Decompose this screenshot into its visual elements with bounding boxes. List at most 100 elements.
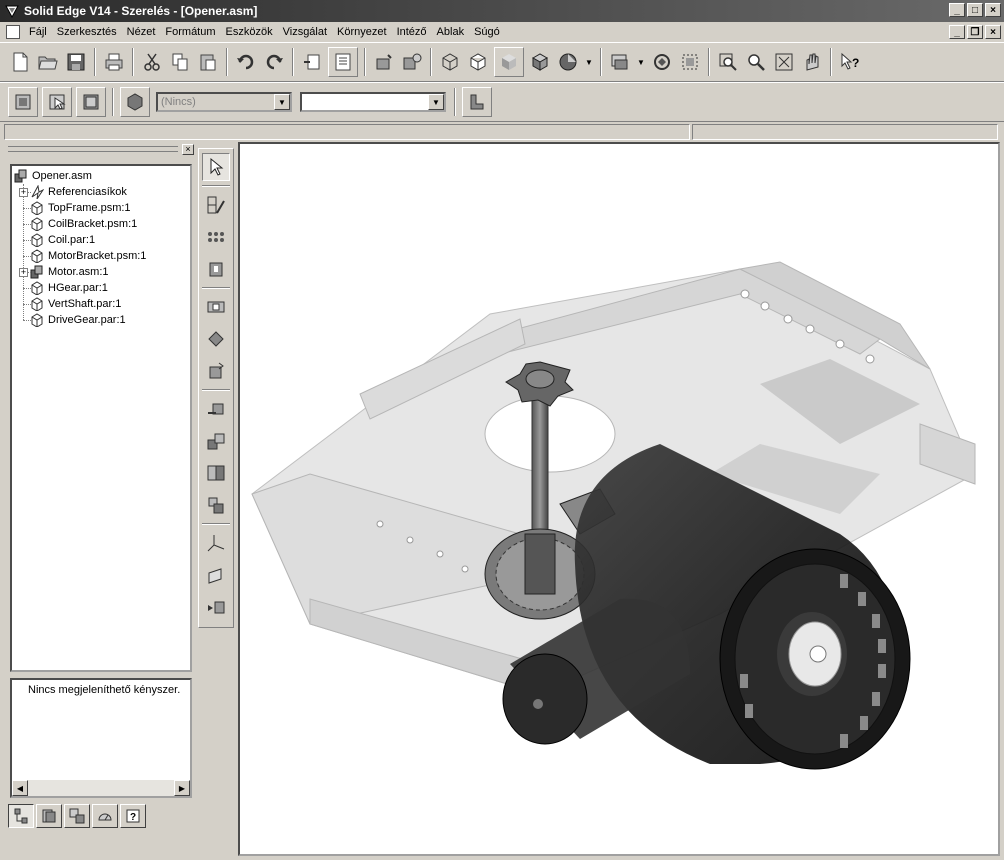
- second-combo[interactable]: ▼: [300, 92, 446, 112]
- reference-planes-icon: [30, 185, 48, 199]
- view-hidden-lines-button[interactable]: [466, 50, 490, 74]
- panel-close-button[interactable]: ×: [182, 143, 194, 155]
- rotate-button[interactable]: [650, 50, 674, 74]
- part-view-button[interactable]: [202, 593, 230, 621]
- print-button[interactable]: [102, 50, 126, 74]
- move-part-button[interactable]: [202, 395, 230, 423]
- cut-button[interactable]: [140, 50, 164, 74]
- revolve-button[interactable]: [202, 357, 230, 385]
- part-icon: [30, 281, 48, 295]
- select-all-button[interactable]: [76, 87, 106, 117]
- view-shaded-button[interactable]: [494, 47, 524, 77]
- fit-selection-button[interactable]: [678, 50, 702, 74]
- cutout-button[interactable]: [202, 293, 230, 321]
- menu-tools[interactable]: Eszközök: [221, 23, 278, 41]
- assembly-3d-model[interactable]: [240, 144, 998, 854]
- reference-plane-button[interactable]: [202, 561, 230, 589]
- align-button[interactable]: [202, 459, 230, 487]
- expand-toggle-icon[interactable]: +: [19, 268, 28, 277]
- tree-item[interactable]: + Referenciasíkok: [12, 184, 190, 200]
- view-shaded-edges-button[interactable]: [528, 50, 552, 74]
- pathfinder-toggle-button[interactable]: [328, 47, 358, 77]
- menu-view[interactable]: Nézet: [122, 23, 161, 41]
- mate-button[interactable]: [202, 427, 230, 455]
- tree-item-label: DriveGear.par:1: [48, 314, 126, 326]
- tree-item[interactable]: Opener.asm: [12, 168, 190, 184]
- separator: [454, 88, 456, 116]
- tree-item[interactable]: Coil.par:1: [12, 232, 190, 248]
- tab-library[interactable]: [36, 804, 62, 828]
- tree-item[interactable]: VertShaft.par:1: [12, 296, 190, 312]
- doc-minimize-button[interactable]: _: [949, 25, 965, 39]
- named-views-dropdown[interactable]: ▼: [636, 50, 646, 74]
- tree-item[interactable]: CoilBracket.psm:1: [12, 216, 190, 232]
- part-style-button[interactable]: [120, 87, 150, 117]
- doc-close-button[interactable]: ×: [985, 25, 1001, 39]
- menu-inspect[interactable]: Vizsgálat: [278, 23, 332, 41]
- tree-item[interactable]: MotorBracket.psm:1: [12, 248, 190, 264]
- properties-button[interactable]: [300, 50, 324, 74]
- tree-item[interactable]: DriveGear.par:1: [12, 312, 190, 328]
- render-settings-button[interactable]: [556, 50, 580, 74]
- tab-pathfinder[interactable]: [8, 804, 34, 828]
- part-arrow-icon: [208, 601, 225, 614]
- document-icon[interactable]: [6, 25, 20, 39]
- tree-item[interactable]: TopFrame.psm:1: [12, 200, 190, 216]
- scroll-left-icon[interactable]: ◀: [12, 780, 28, 796]
- plane-button[interactable]: [202, 325, 230, 353]
- hole-button[interactable]: [202, 255, 230, 283]
- tree-item[interactable]: + Motor.asm:1: [12, 264, 190, 280]
- expand-toggle-icon[interactable]: +: [19, 188, 28, 197]
- menu-window[interactable]: Ablak: [432, 23, 470, 41]
- sketch-button[interactable]: [202, 191, 230, 219]
- menu-file[interactable]: Fájl: [24, 23, 52, 41]
- redo-button[interactable]: [262, 50, 286, 74]
- zoom-area-button[interactable]: [716, 50, 740, 74]
- open-button[interactable]: [36, 50, 60, 74]
- fit-button[interactable]: [772, 50, 796, 74]
- minimize-button[interactable]: _: [949, 3, 965, 17]
- menu-format[interactable]: Formátum: [160, 23, 220, 41]
- save-button[interactable]: [64, 50, 88, 74]
- select-parts-button[interactable]: [8, 87, 38, 117]
- pattern-button[interactable]: [202, 223, 230, 251]
- menu-environment[interactable]: Környezet: [332, 23, 392, 41]
- whats-this-button[interactable]: ?: [838, 50, 862, 74]
- coordinate-system-button[interactable]: [202, 529, 230, 557]
- select-tool-button[interactable]: [202, 153, 230, 181]
- undo-button[interactable]: [234, 50, 258, 74]
- close-button[interactable]: ×: [985, 3, 1001, 17]
- insert-part-button[interactable]: [372, 50, 396, 74]
- tab-layers[interactable]: [64, 804, 90, 828]
- render-dropdown[interactable]: ▼: [584, 50, 594, 74]
- chevron-down-icon[interactable]: ▼: [428, 94, 444, 110]
- tree-item[interactable]: HGear.par:1: [12, 280, 190, 296]
- panel-grip[interactable]: [8, 146, 178, 152]
- menu-edit[interactable]: Szerkesztés: [52, 23, 122, 41]
- paste-button[interactable]: [196, 50, 220, 74]
- insert-button[interactable]: [202, 491, 230, 519]
- select-pointer-button[interactable]: [42, 87, 72, 117]
- named-views-button[interactable]: [608, 50, 632, 74]
- zoom-button[interactable]: [744, 50, 768, 74]
- printer-icon: [105, 53, 123, 71]
- horizontal-scrollbar[interactable]: ◀ ▶: [12, 780, 190, 796]
- view-wireframe-button[interactable]: [438, 50, 462, 74]
- replace-part-button[interactable]: [400, 50, 424, 74]
- apply-style-button[interactable]: [462, 87, 492, 117]
- scroll-right-icon[interactable]: ▶: [174, 780, 190, 796]
- graphics-viewport[interactable]: [238, 142, 1000, 856]
- chevron-down-icon[interactable]: ▼: [274, 94, 290, 110]
- tab-help[interactable]: ?: [120, 804, 146, 828]
- menu-explorer[interactable]: Intéző: [392, 23, 432, 41]
- pan-button[interactable]: [800, 50, 824, 74]
- arrow-pointer-icon: [210, 157, 224, 176]
- copy-button[interactable]: [168, 50, 192, 74]
- new-button[interactable]: [8, 50, 32, 74]
- tab-feature-library[interactable]: [92, 804, 118, 828]
- menu-help[interactable]: Súgó: [469, 23, 505, 41]
- doc-restore-button[interactable]: ❐: [967, 25, 983, 39]
- maximize-button[interactable]: □: [967, 3, 983, 17]
- separator: [202, 185, 230, 187]
- style-combo[interactable]: (Nincs) ▼: [156, 92, 292, 112]
